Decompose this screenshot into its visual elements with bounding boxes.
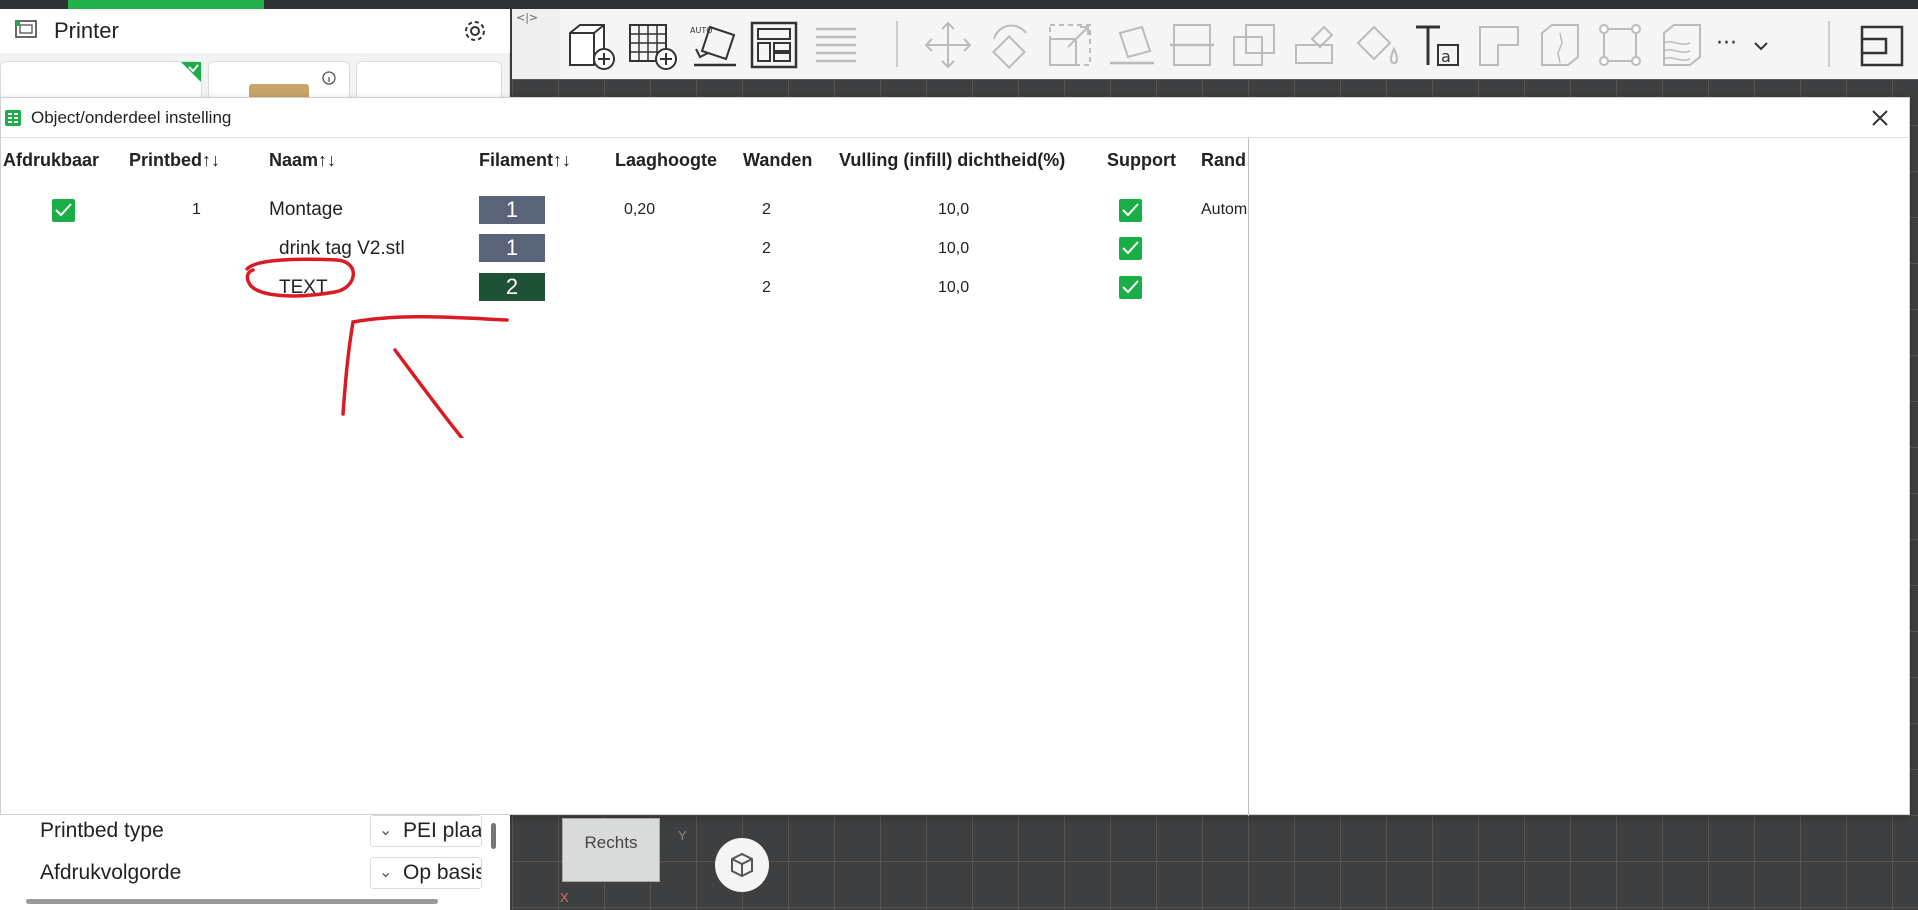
printer-icon <box>14 18 40 44</box>
arrange-icon[interactable] <box>748 19 800 71</box>
filament-cell[interactable]: 1 <box>479 196 545 224</box>
more-icon[interactable]: ··· <box>1716 19 1776 71</box>
print-order-label: Afdrukvolgorde <box>40 861 182 884</box>
chamfer-icon[interactable] <box>1472 19 1524 71</box>
column-header-filament[interactable]: Filament↑↓ <box>479 150 571 171</box>
printer-title: Printer <box>54 18 119 43</box>
chevron-down-icon: ⌄ <box>379 864 393 881</box>
support-paint-icon[interactable] <box>1290 19 1342 71</box>
filament-cell[interactable]: 2 <box>479 273 545 301</box>
collapse-icon[interactable]: <|> <box>516 11 538 24</box>
filament-cell[interactable]: 1 <box>479 234 545 262</box>
name-cell[interactable]: TEXT <box>279 277 328 299</box>
infill-cell[interactable]: 10,0 <box>938 279 969 297</box>
column-header-walls: Wanden <box>743 150 813 170</box>
bed-type-value: PEI plaat <box>403 819 482 842</box>
move-icon[interactable] <box>922 19 974 71</box>
text-icon[interactable]: a <box>1410 19 1462 71</box>
support-checkbox[interactable] <box>1119 276 1142 299</box>
settings-horizontal-scrollbar[interactable] <box>26 899 438 904</box>
top-strip <box>0 0 1918 9</box>
print-order-select[interactable]: ⌄ Op basis <box>370 857 482 889</box>
infill-cell[interactable]: 10,0 <box>938 240 969 258</box>
scale-icon[interactable] <box>1044 19 1096 71</box>
add-object-icon[interactable] <box>564 19 616 71</box>
name-cell[interactable]: Montage <box>269 199 343 221</box>
column-header-layer-height: Laaghoogte <box>615 150 717 170</box>
cut-icon[interactable] <box>1166 19 1218 71</box>
chevron-down-icon <box>1754 42 1768 51</box>
split-icon[interactable] <box>1228 19 1280 71</box>
more-label: ··· <box>1716 31 1737 56</box>
lay-on-face-icon[interactable] <box>1106 19 1158 71</box>
info-icon[interactable] <box>321 70 337 86</box>
walls-cell[interactable]: 2 <box>762 279 771 297</box>
cube-view-icon <box>731 852 753 878</box>
infill-cell[interactable]: 10,0 <box>938 201 969 219</box>
close-icon[interactable] <box>1869 107 1891 129</box>
print-order-value: Op basis <box>403 861 482 884</box>
axis-x-label: X <box>560 890 569 905</box>
column-header-printable: Afdrukbaar <box>3 150 100 170</box>
column-header-name[interactable]: Naam↑↓ <box>269 150 336 171</box>
selected-corner-icon <box>181 62 201 82</box>
settings-scrollbar[interactable] <box>491 823 496 849</box>
main-toolbar: AUTO a ··· <box>560 9 1918 79</box>
seam-icon[interactable] <box>1534 19 1586 71</box>
walls-cell[interactable]: 2 <box>762 240 771 258</box>
bed-type-select[interactable]: ⌄ PEI plaat <box>370 815 482 847</box>
plate-settings-panel: Printbed type ⌄ PEI plaat Afdrukvolgorde… <box>0 815 510 910</box>
support-checkbox[interactable] <box>1119 237 1142 260</box>
name-cell[interactable]: drink tag V2.stl <box>279 238 405 260</box>
support-checkbox[interactable] <box>1119 199 1142 222</box>
add-plate-icon[interactable] <box>626 19 678 71</box>
reset-view-button[interactable] <box>715 838 769 892</box>
settings-table: Afdrukbaar Printbed↑↓ Naam↑↓ Filament↑↓ … <box>1 138 1249 816</box>
toolbar-separator <box>896 21 898 67</box>
plate-cell: 1 <box>192 201 201 218</box>
measure-icon[interactable] <box>1594 19 1646 71</box>
axis-y-label: Y <box>678 828 687 843</box>
dialog-title: Object/onderdeel instelling <box>31 107 232 127</box>
split-view-icon[interactable] <box>1856 19 1908 71</box>
walls-cell[interactable]: 2 <box>762 201 771 219</box>
svg-text:a: a <box>1441 47 1451 66</box>
column-header-support: Support <box>1107 150 1176 170</box>
dialog-titlebar: Object/onderdeel instelling <box>1 98 1909 138</box>
active-tab-indicator <box>68 0 264 9</box>
variable-layer-icon[interactable] <box>1656 19 1708 71</box>
bed-type-label: Printbed type <box>40 819 164 842</box>
chevron-down-icon: ⌄ <box>379 822 393 839</box>
rotate-icon[interactable] <box>984 19 1036 71</box>
printer-section-header: Printer <box>0 9 510 53</box>
view-cube-label: Rechts <box>584 833 638 852</box>
gear-icon[interactable] <box>462 18 488 44</box>
layers-icon[interactable] <box>810 19 862 71</box>
object-settings-dialog: Object/onderdeel instelling Afdrukbaar P… <box>0 97 1910 816</box>
column-header-infill: Vulling (infill) dichtheid(%) <box>839 150 1066 170</box>
layer-height-cell[interactable]: 0,20 <box>624 201 655 219</box>
brim-cell[interactable]: Autom <box>1201 201 1247 219</box>
column-header-brim: Rand <box>1201 150 1246 170</box>
column-header-plate[interactable]: Printbed↑↓ <box>129 150 220 171</box>
auto-orient-icon[interactable]: AUTO <box>688 19 740 71</box>
printable-checkbox[interactable] <box>52 199 75 222</box>
color-paint-icon[interactable] <box>1350 19 1402 71</box>
view-cube[interactable]: Rechts <box>562 818 660 882</box>
table-icon <box>5 109 21 126</box>
toolbar-separator <box>1828 21 1830 67</box>
